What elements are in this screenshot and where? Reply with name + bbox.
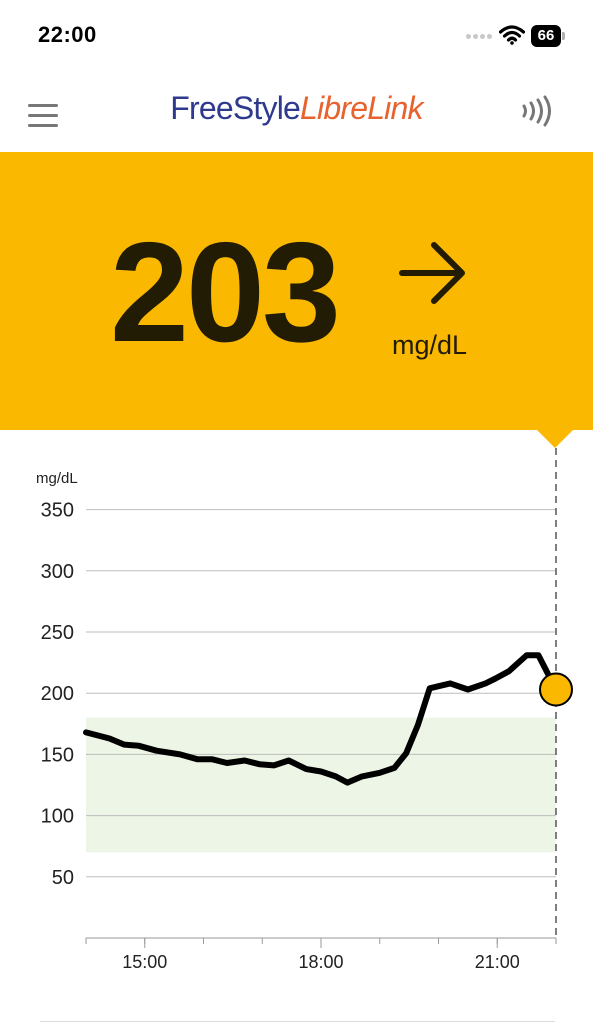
battery-icon: 66 (531, 25, 565, 47)
current-reading-pointer (537, 430, 573, 448)
app-header: FreeStyleLibreLink (0, 70, 593, 152)
app-logo: FreeStyleLibreLink (0, 90, 593, 127)
status-time: 22:00 (38, 22, 97, 47)
cellular-signal-icon (466, 34, 492, 40)
y-tick-label: 300 (41, 561, 74, 583)
battery-level: 66 (537, 27, 555, 44)
y-tick-label: 150 (41, 744, 74, 766)
y-tick-label: 250 (41, 622, 74, 644)
current-reading-point (539, 672, 573, 707)
y-tick-label: 350 (41, 500, 74, 522)
target-range-band (86, 717, 556, 853)
x-tick-label: 15:00 (122, 952, 167, 972)
x-tick-label: 21:00 (475, 952, 520, 972)
wifi-icon (499, 25, 525, 45)
y-tick-label: 100 (41, 806, 74, 828)
glucose-value: 203 (110, 213, 341, 372)
y-axis-label: mg/dL (36, 470, 78, 487)
logo-freestyle: FreeStyle (170, 90, 301, 126)
y-tick-label: 200 (41, 683, 74, 705)
trend-arrow-right-icon (399, 242, 465, 304)
logo-librelink: LibreLink (300, 90, 423, 126)
glucose-unit: mg/dL (392, 330, 468, 360)
glucose-reading-panel: 203 mg/dL (0, 152, 593, 430)
status-bar: 22:00 66 (0, 0, 593, 70)
y-tick-label: 50 (52, 867, 74, 889)
x-tick-label: 18:00 (298, 952, 343, 972)
glucose-history-chart: 50 100 150 200 250 300 350 15:00 18:00 21:00 mg/… (36, 448, 573, 972)
bottom-divider (40, 1021, 555, 1022)
nfc-scan-icon[interactable] (520, 95, 554, 127)
